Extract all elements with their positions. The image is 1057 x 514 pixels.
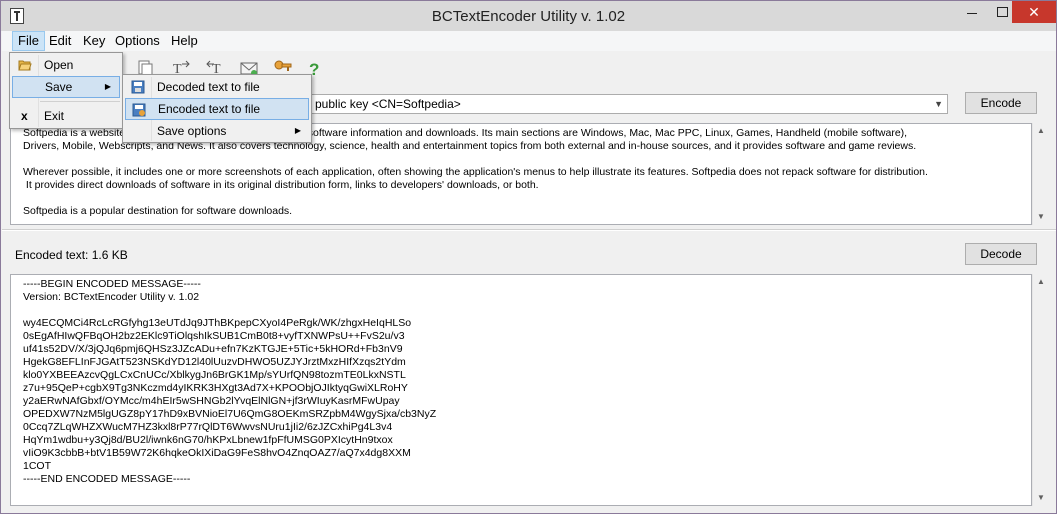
menu-save-decoded-label: Decoded text to file xyxy=(157,80,260,94)
scroll-down-icon[interactable]: ▼ xyxy=(1033,490,1049,506)
save-decoded-icon xyxy=(131,80,145,94)
menu-separator xyxy=(40,101,120,102)
submenu-arrow-icon: ▶ xyxy=(104,82,111,91)
menu-edit[interactable]: Edit xyxy=(44,31,76,51)
encoded-text-area[interactable]: -----BEGIN ENCODED MESSAGE----- Version:… xyxy=(10,274,1032,506)
decode-button[interactable]: Decode xyxy=(965,243,1037,265)
public-key-select[interactable]: public key <CN=Softpedia> ▼ xyxy=(304,94,948,114)
folder-open-icon xyxy=(18,60,32,71)
menu-save-encoded-label: Encoded text to file xyxy=(158,102,261,116)
scroll-up-icon[interactable]: ▲ xyxy=(1033,123,1049,139)
splitter[interactable] xyxy=(2,229,1056,231)
menu-save-decoded[interactable]: Decoded text to file xyxy=(125,76,309,98)
scroll-up-icon[interactable]: ▲ xyxy=(1033,274,1049,290)
save-encoded-icon xyxy=(132,103,146,117)
encode-button[interactable]: Encode xyxy=(965,92,1037,114)
file-menu-dropdown: Open Save ▶ x Exit xyxy=(9,52,123,129)
menu-save-label: Save xyxy=(45,80,73,94)
close-button[interactable]: ✕ xyxy=(1012,1,1056,23)
menu-help[interactable]: Help xyxy=(166,31,203,51)
app-window: BCTextEncoder Utility v. 1.02 ✕ File Edi… xyxy=(0,0,1057,514)
scroll-down-icon[interactable]: ▼ xyxy=(1033,209,1049,225)
menu-save-options[interactable]: Save options ▶ xyxy=(125,120,309,142)
menu-file[interactable]: File xyxy=(12,31,45,51)
menu-save-encoded[interactable]: Encoded text to file xyxy=(125,98,309,120)
title-bar[interactable]: BCTextEncoder Utility v. 1.02 ✕ xyxy=(1,1,1056,31)
menu-open-label: Open xyxy=(44,58,74,72)
menu-key[interactable]: Key xyxy=(78,31,110,51)
window-title: BCTextEncoder Utility v. 1.02 xyxy=(431,8,626,25)
menu-options[interactable]: Options xyxy=(110,31,165,51)
encoded-size-label: Encoded text: 1.6 KB xyxy=(15,248,128,262)
close-icon: x xyxy=(21,109,28,123)
encoded-text-scrollbar[interactable]: ▲ ▼ xyxy=(1032,274,1049,506)
public-key-selected: public key <CN=Softpedia> xyxy=(315,97,461,111)
menu-exit-label: Exit xyxy=(44,109,65,123)
chevron-down-icon: ▼ xyxy=(934,99,943,109)
menu-save[interactable]: Save ▶ xyxy=(12,76,120,98)
save-submenu: Decoded text to file Encoded text to fil… xyxy=(122,74,312,143)
menu-open[interactable]: Open xyxy=(12,54,120,76)
menu-exit[interactable]: x Exit xyxy=(12,105,120,127)
menu-save-options-label: Save options xyxy=(157,124,227,138)
plain-text-scrollbar[interactable]: ▲ ▼ xyxy=(1032,123,1049,225)
submenu-arrow-icon: ▶ xyxy=(294,126,301,135)
minimize-button[interactable] xyxy=(957,1,987,23)
menu-bar: File Edit Key Options Help xyxy=(2,31,1056,51)
